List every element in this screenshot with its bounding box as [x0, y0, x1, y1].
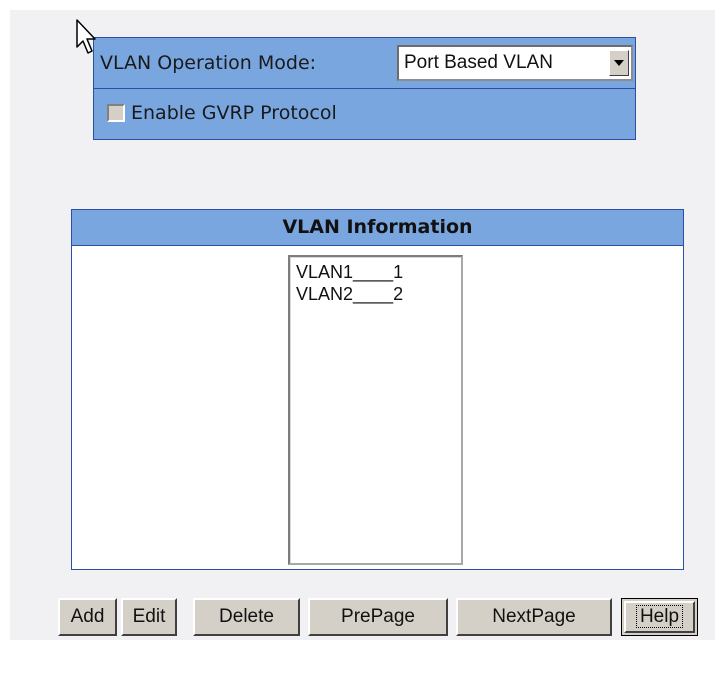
delete-button[interactable]: Delete	[193, 598, 300, 636]
dropdown-arrow-icon[interactable]	[609, 50, 629, 76]
gvrp-checkbox[interactable]	[107, 104, 125, 122]
vlan-config-panel: VLAN Operation Mode: Port Based VLAN Ena…	[93, 37, 636, 140]
vlan-information-title: VLAN Information	[72, 210, 683, 246]
operation-mode-row: VLAN Operation Mode: Port Based VLAN	[94, 38, 635, 89]
vlan-list[interactable]: VLAN1____1 VLAN2____2	[288, 255, 463, 565]
help-button[interactable]: Help	[621, 598, 698, 636]
vlan-information-panel: VLAN Information VLAN1____1 VLAN2____2	[71, 209, 684, 570]
vlan-list-item[interactable]: VLAN1____1	[296, 261, 461, 283]
nextpage-button[interactable]: NextPage	[456, 598, 612, 636]
help-button-face: Help	[624, 601, 695, 633]
edit-button[interactable]: Edit	[121, 598, 177, 636]
help-button-label: Help	[635, 605, 684, 628]
operation-mode-select[interactable]: Port Based VLAN	[397, 45, 633, 81]
mouse-pointer-icon	[76, 19, 96, 54]
operation-mode-label: VLAN Operation Mode:	[100, 52, 317, 74]
operation-mode-value: Port Based VLAN	[404, 52, 553, 73]
gvrp-label: Enable GVRP Protocol	[131, 102, 337, 124]
add-button[interactable]: Add	[58, 598, 117, 636]
vlan-list-item[interactable]: VLAN2____2	[296, 283, 461, 305]
prepage-button[interactable]: PrePage	[308, 598, 448, 636]
gvrp-row: Enable GVRP Protocol	[94, 89, 635, 139]
